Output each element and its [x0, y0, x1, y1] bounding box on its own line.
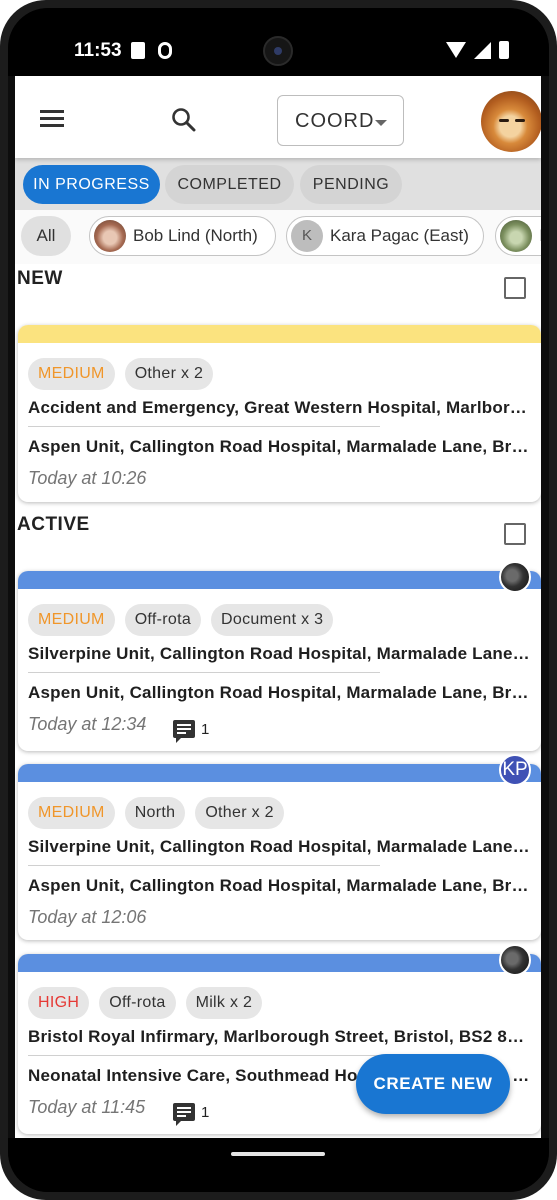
item-tag: Other x 2	[195, 797, 284, 829]
dropoff-location: Aspen Unit, Callington Road Hospital, Ma…	[28, 683, 530, 702]
comment-count: 1	[201, 1103, 210, 1121]
status-tabs: IN PROGRESS COMPLETED PENDING	[15, 158, 541, 210]
tab-pending[interactable]: PENDING	[300, 165, 402, 204]
comment-indicator: 1	[173, 718, 210, 743]
item-tag: Document x 3	[211, 604, 334, 636]
filter-chip-partial[interactable]: M	[495, 216, 541, 256]
battery-icon	[499, 41, 509, 59]
assignee-avatar	[499, 944, 531, 976]
tag-row: MEDIUM Off-rota Document x 3	[28, 604, 334, 636]
avatar-initial: K	[291, 220, 323, 252]
job-card[interactable]: KP MEDIUM North Other x 2 Silverpine Uni…	[18, 754, 541, 940]
divider	[28, 1055, 380, 1056]
region-tag: North	[124, 797, 186, 829]
front-camera	[263, 36, 293, 66]
tag-row: MEDIUM North Other x 2	[28, 797, 284, 829]
signal-icon	[474, 41, 491, 59]
tab-in-progress[interactable]: IN PROGRESS	[23, 165, 160, 204]
job-time: Today at 12:06	[28, 907, 147, 927]
filter-chip-bob-lind[interactable]: Bob Lind (North)	[89, 216, 276, 256]
priority-tag: HIGH	[28, 987, 90, 1019]
dropoff-location: Aspen Unit, Callington Road Hospital, Ma…	[28, 876, 530, 895]
job-time: Today at 10:26	[28, 468, 147, 488]
filter-chip-label: M	[539, 217, 541, 255]
priority-tag: MEDIUM	[28, 797, 115, 829]
priority-tag: MEDIUM	[28, 358, 115, 390]
status-time: 11:53	[74, 40, 122, 61]
filter-chip-all[interactable]: All	[21, 216, 71, 256]
pickup-location: Bristol Royal Infirmary, Marlborough Str…	[28, 1027, 530, 1046]
priority-strip	[18, 325, 541, 343]
filter-chip-label: Bob Lind (North)	[133, 226, 258, 245]
search-icon[interactable]	[171, 107, 197, 133]
system-nav-bar	[8, 1138, 549, 1192]
status-bar: 11:53	[8, 8, 549, 76]
filter-chip-label: Kara Pagac (East)	[330, 226, 469, 245]
sd-card-icon	[131, 42, 145, 59]
coord-select[interactable]: COORD	[277, 95, 404, 146]
divider	[28, 672, 380, 673]
status-icons	[446, 41, 509, 59]
section-title-new: NEW	[17, 268, 63, 289]
job-time: Today at 11:45	[28, 1097, 146, 1117]
app-bar: COORD	[15, 76, 541, 158]
tag-row: MEDIUM Other x 2	[28, 358, 214, 390]
coord-select-value: COORD	[295, 110, 375, 132]
section-title-active: ACTIVE	[17, 514, 90, 535]
create-new-button[interactable]: CREATE NEW	[356, 1054, 510, 1114]
item-tag: Milk x 2	[185, 987, 263, 1019]
menu-icon[interactable]	[40, 110, 64, 128]
comment-icon	[173, 1103, 195, 1126]
job-card[interactable]: MEDIUM Off-rota Document x 3 Silverpine …	[18, 561, 541, 751]
assignee-avatar: KP	[499, 754, 531, 786]
chevron-down-icon	[375, 120, 387, 126]
assignee-avatar	[499, 561, 531, 593]
tab-completed[interactable]: COMPLETED	[165, 165, 294, 204]
user-avatar[interactable]	[481, 91, 541, 152]
item-tag: Other x 2	[124, 358, 214, 390]
app-screen: COORD IN PROGRESS COMPLETED PENDING All …	[15, 76, 541, 1146]
comment-count: 1	[201, 720, 210, 738]
wifi-icon	[446, 42, 466, 58]
pickup-location: Silverpine Unit, Callington Road Hospita…	[28, 837, 530, 856]
priority-strip	[18, 954, 541, 972]
rota-tag: Off-rota	[124, 604, 202, 636]
divider	[28, 426, 380, 427]
pickup-location: Accident and Emergency, Great Western Ho…	[28, 398, 530, 417]
job-card[interactable]: MEDIUM Other x 2 Accident and Emergency,…	[18, 325, 541, 502]
comment-icon	[173, 720, 195, 743]
avatar	[500, 220, 532, 252]
dropoff-location: Aspen Unit, Callington Road Hospital, Ma…	[28, 437, 530, 456]
priority-strip	[18, 764, 541, 782]
notification-icon	[158, 42, 172, 59]
select-all-new-checkbox[interactable]	[504, 277, 526, 299]
priority-strip	[18, 571, 541, 589]
rota-tag: Off-rota	[99, 987, 176, 1019]
select-all-active-checkbox[interactable]	[504, 523, 526, 545]
tag-row: HIGH Off-rota Milk x 2	[28, 987, 263, 1019]
pickup-location: Silverpine Unit, Callington Road Hospita…	[28, 644, 530, 663]
avatar	[94, 220, 126, 252]
priority-tag: MEDIUM	[28, 604, 115, 636]
screen: 11:53 COORD IN PROGRESS COMPLETED PENDIN…	[8, 8, 549, 1192]
comment-indicator: 1	[173, 1101, 210, 1126]
assignee-filter-row: All Bob Lind (North) K Kara Pagac (East)…	[15, 210, 541, 264]
job-list: NEW MEDIUM Other x 2 Accident and Emerge…	[15, 264, 541, 1146]
divider	[28, 865, 380, 866]
device-frame: 11:53 COORD IN PROGRESS COMPLETED PENDIN…	[0, 0, 557, 1200]
filter-chip-kara-pagac[interactable]: K Kara Pagac (East)	[286, 216, 484, 256]
job-time: Today at 12:34	[28, 714, 147, 734]
home-gesture-handle[interactable]	[231, 1152, 325, 1156]
